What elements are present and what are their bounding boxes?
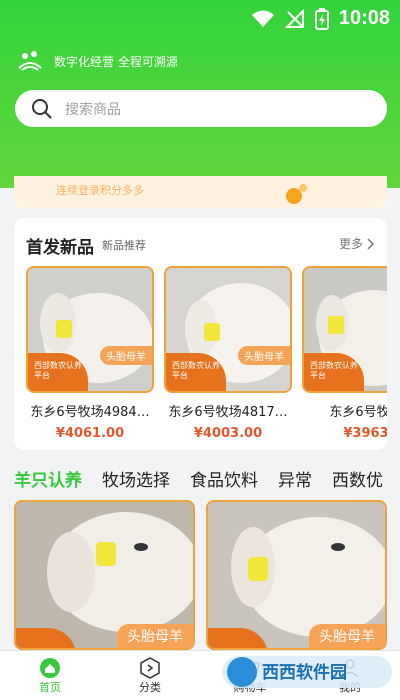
tab-sheep-adoption[interactable]: 羊只认养	[14, 466, 82, 491]
product-tile[interactable]: 头胎母羊	[206, 500, 387, 650]
search-bar[interactable]: 搜索商品	[15, 90, 387, 127]
product-image: 西部数农认养平台	[302, 266, 387, 393]
new-products-card: 首发新品 新品推荐 更多 头胎母羊 西部数农认养平台 东乡6号牧场4984… ¥…	[14, 218, 387, 450]
tabbar-home[interactable]: 首页	[0, 651, 100, 700]
tab-xishu[interactable]: 西数优	[332, 466, 383, 491]
product-name: 东乡6号牧场	[329, 405, 387, 420]
product-card[interactable]: 西部数农认养平台 东乡6号牧场 ¥3963	[302, 266, 387, 441]
tabbar-label: 分类	[139, 680, 161, 694]
product-card[interactable]: 头胎母羊 西部数农认养平台 东乡6号牧场4984… ¥4061.00	[26, 266, 154, 441]
tabbar-category[interactable]: 分类	[100, 651, 200, 700]
section-title: 首发新品	[26, 238, 94, 258]
product-ribbon: 头胎母羊	[309, 624, 385, 648]
product-image: 头胎母羊 西部数农认养平台	[164, 266, 292, 393]
header: 10:08 数字化经营 全程可溯源 搜索商品	[0, 0, 400, 188]
home-icon	[40, 657, 60, 678]
chevron-right-icon	[367, 237, 375, 250]
category-tabs: 羊只认养 牧场选择 食品饮料 异常 西数优	[14, 466, 400, 491]
section-subtitle: 新品推荐	[102, 239, 146, 252]
product-price: ¥4003.00	[193, 426, 263, 441]
tab-food[interactable]: 食品饮料	[190, 466, 258, 491]
status-time: 10:08	[338, 7, 390, 29]
tabbar-label: 首页	[39, 680, 61, 694]
category-icon	[140, 656, 160, 679]
more-label: 更多	[338, 237, 363, 251]
coin-icon	[286, 184, 307, 204]
search-icon	[32, 98, 52, 119]
product-tile[interactable]: 头胎母羊	[14, 500, 195, 650]
product-name: 东乡6号牧场4984…	[30, 405, 150, 420]
brand-slogan: 数字化经营 全程可溯源	[54, 54, 178, 69]
product-ribbon: 头胎母羊	[100, 346, 152, 365]
signal-off-icon	[284, 8, 304, 28]
battery-icon	[314, 7, 329, 30]
tab-abnormal[interactable]: 异常	[278, 466, 312, 491]
tab-ranch[interactable]: 牧场选择	[102, 466, 170, 491]
product-image: 头胎母羊 西部数农认养平台	[26, 266, 154, 393]
promo-banner[interactable]: 连续登录积分多多	[14, 176, 387, 208]
wifi-icon	[251, 10, 274, 27]
brand: 数字化经营 全程可溯源	[16, 48, 178, 74]
watermark-text: 西西软件园	[262, 662, 347, 683]
more-link[interactable]: 更多	[339, 235, 375, 252]
product-price: ¥3963	[343, 426, 387, 441]
watermark-logo: 西西软件园	[222, 656, 392, 688]
banner-text: 连续登录积分多多	[56, 184, 144, 197]
product-ribbon: 头胎母羊	[238, 346, 290, 365]
product-card[interactable]: 头胎母羊 西部数农认养平台 东乡6号牧场4817… ¥4003.00	[164, 266, 292, 441]
search-input[interactable]: 搜索商品	[65, 99, 121, 119]
product-ribbon: 头胎母羊	[117, 624, 193, 648]
product-name: 东乡6号牧场4817…	[168, 405, 288, 420]
product-price: ¥4061.00	[55, 426, 125, 441]
status-bar: 10:08	[0, 0, 400, 36]
logo-icon	[18, 51, 42, 71]
